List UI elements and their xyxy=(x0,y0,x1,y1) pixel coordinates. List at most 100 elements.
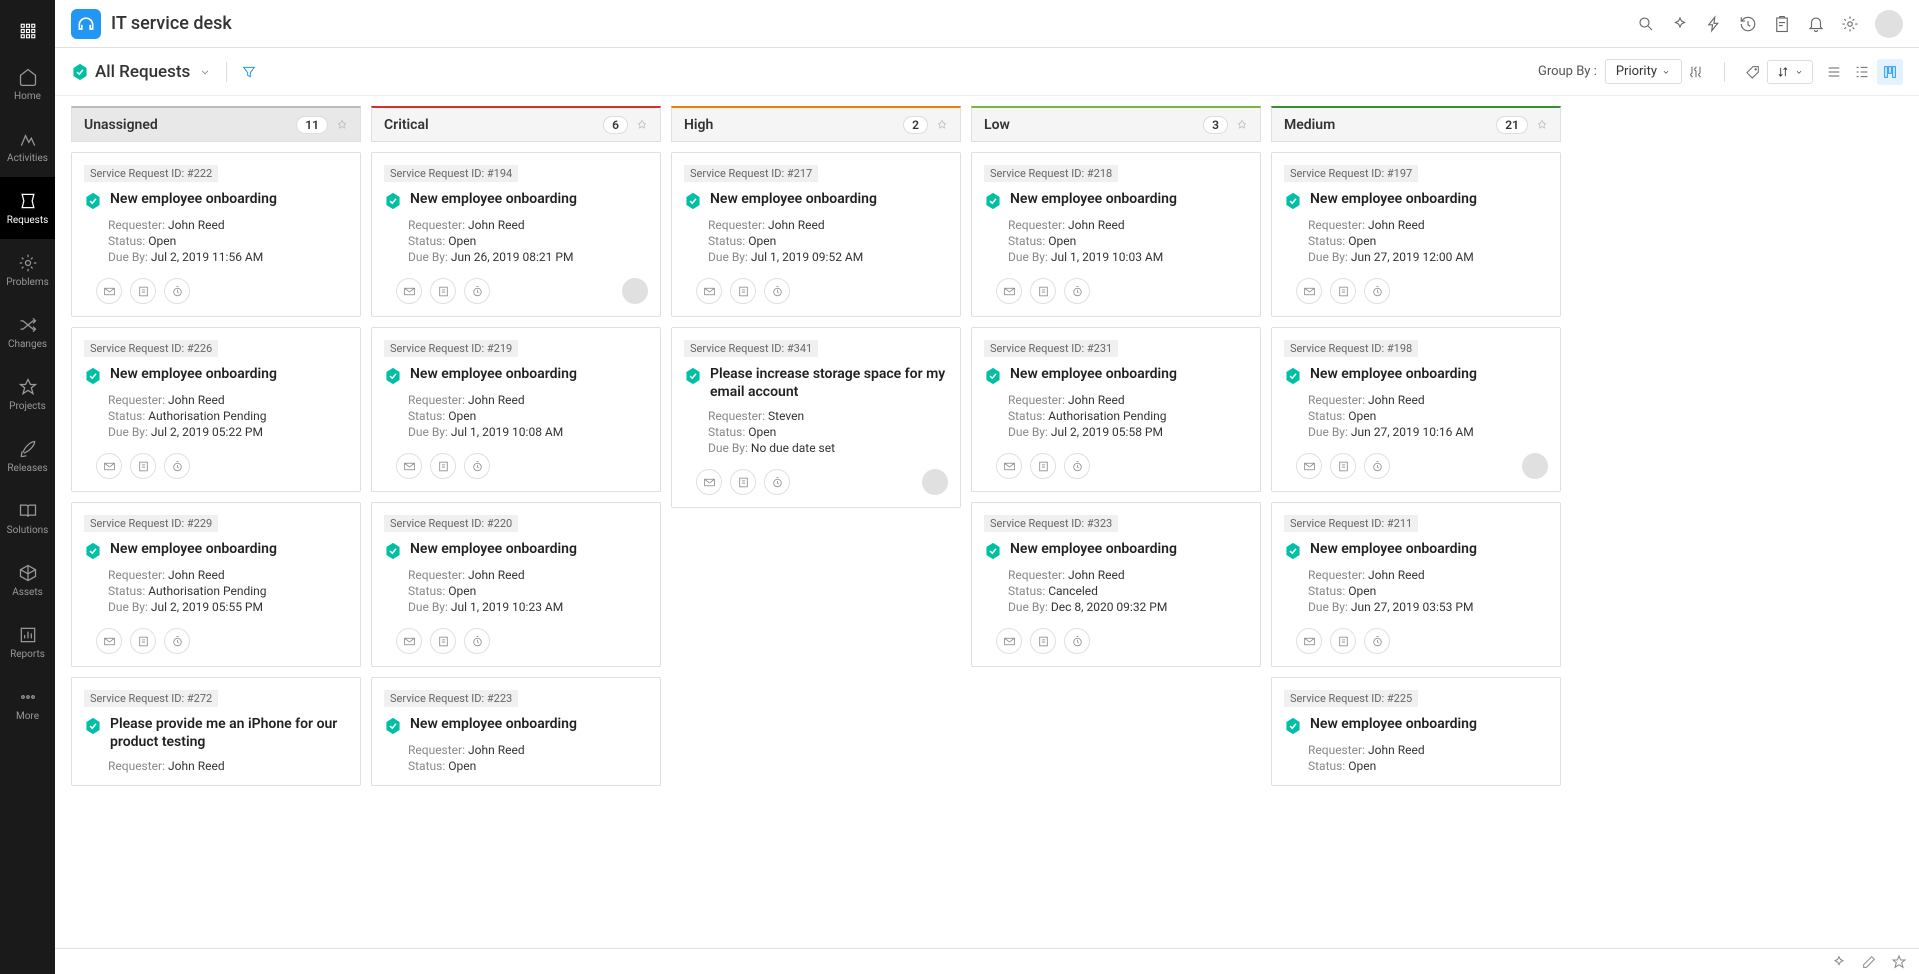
note-icon[interactable] xyxy=(1330,628,1356,654)
mail-icon[interactable] xyxy=(396,628,422,654)
request-card[interactable]: Service Request ID: #219 New employee on… xyxy=(371,327,661,492)
pin-icon[interactable] xyxy=(336,119,348,131)
request-card[interactable]: Service Request ID: #218 New employee on… xyxy=(971,152,1261,317)
assignee-avatar[interactable] xyxy=(1522,453,1548,479)
chevron-down-icon[interactable] xyxy=(198,65,212,79)
timer-icon[interactable] xyxy=(1364,628,1390,654)
mail-icon[interactable] xyxy=(996,278,1022,304)
request-card[interactable]: Service Request ID: #220 New employee on… xyxy=(371,502,661,667)
note-icon[interactable] xyxy=(130,278,156,304)
assignee-avatar[interactable] xyxy=(922,469,948,495)
filter-icon[interactable] xyxy=(241,64,257,80)
sidebar-item-problems[interactable]: Problems xyxy=(0,239,55,301)
sidebar-item-assets[interactable]: Assets xyxy=(0,549,55,611)
settings-icon[interactable] xyxy=(1841,15,1859,33)
sidebar-item-more[interactable]: More xyxy=(0,673,55,735)
sidebar-item-reports[interactable]: Reports xyxy=(0,611,55,673)
timer-icon[interactable] xyxy=(1064,628,1090,654)
mail-icon[interactable] xyxy=(96,278,122,304)
apps-menu[interactable] xyxy=(0,8,55,53)
note-icon[interactable] xyxy=(730,469,756,495)
language-icon[interactable] xyxy=(1831,954,1847,970)
sidebar-item-releases[interactable]: Releases xyxy=(0,425,55,487)
mail-icon[interactable] xyxy=(96,453,122,479)
timer-icon[interactable] xyxy=(764,278,790,304)
mail-icon[interactable] xyxy=(1296,278,1322,304)
sidebar-item-solutions[interactable]: Solutions xyxy=(0,487,55,549)
request-card[interactable]: Service Request ID: #223 New employee on… xyxy=(371,677,661,786)
search-icon[interactable] xyxy=(1637,15,1655,33)
sidebar-item-requests[interactable]: Requests xyxy=(0,177,55,239)
columns-button[interactable] xyxy=(1682,58,1710,86)
timer-icon[interactable] xyxy=(464,453,490,479)
tasks-icon[interactable] xyxy=(1773,15,1791,33)
note-icon[interactable] xyxy=(430,628,456,654)
note-icon[interactable] xyxy=(1330,453,1356,479)
note-icon[interactable] xyxy=(430,278,456,304)
request-card[interactable]: Service Request ID: #194 New employee on… xyxy=(371,152,661,317)
mail-icon[interactable] xyxy=(396,278,422,304)
mail-icon[interactable] xyxy=(996,453,1022,479)
note-icon[interactable] xyxy=(1030,628,1056,654)
timer-icon[interactable] xyxy=(164,278,190,304)
note-icon[interactable] xyxy=(1330,278,1356,304)
mail-icon[interactable] xyxy=(1296,628,1322,654)
note-icon[interactable] xyxy=(130,453,156,479)
request-card[interactable]: Service Request ID: #272 Please provide … xyxy=(71,677,361,786)
request-card[interactable]: Service Request ID: #197 New employee on… xyxy=(1271,152,1561,317)
detail-view-button[interactable] xyxy=(1849,59,1875,85)
request-card[interactable]: Service Request ID: #211 New employee on… xyxy=(1271,502,1561,667)
timer-icon[interactable] xyxy=(1064,453,1090,479)
request-card[interactable]: Service Request ID: #231 New employee on… xyxy=(971,327,1261,492)
request-card[interactable]: Service Request ID: #341 Please increase… xyxy=(671,327,961,508)
timer-icon[interactable] xyxy=(164,453,190,479)
mail-icon[interactable] xyxy=(696,469,722,495)
mail-icon[interactable] xyxy=(696,278,722,304)
assignee-avatar[interactable] xyxy=(622,278,648,304)
kanban-view-button[interactable] xyxy=(1877,59,1903,85)
timer-icon[interactable] xyxy=(1364,453,1390,479)
request-card[interactable]: Service Request ID: #229 New employee on… xyxy=(71,502,361,667)
note-icon[interactable] xyxy=(1030,278,1056,304)
tag-button[interactable] xyxy=(1739,58,1767,86)
sort-button[interactable] xyxy=(1767,60,1813,84)
timer-icon[interactable] xyxy=(1364,278,1390,304)
note-icon[interactable] xyxy=(430,453,456,479)
request-card[interactable]: Service Request ID: #225 New employee on… xyxy=(1271,677,1561,786)
request-card[interactable]: Service Request ID: #226 New employee on… xyxy=(71,327,361,492)
note-icon[interactable] xyxy=(130,628,156,654)
sidebar-item-activities[interactable]: Activities xyxy=(0,115,55,177)
request-card[interactable]: Service Request ID: #217 New employee on… xyxy=(671,152,961,317)
history-icon[interactable] xyxy=(1739,15,1757,33)
mail-icon[interactable] xyxy=(396,453,422,479)
pin-icon[interactable] xyxy=(1236,119,1248,131)
request-card[interactable]: Service Request ID: #198 New employee on… xyxy=(1271,327,1561,492)
timer-icon[interactable] xyxy=(464,628,490,654)
pin-icon[interactable] xyxy=(636,119,648,131)
brightness-icon[interactable] xyxy=(1891,954,1907,970)
timer-icon[interactable] xyxy=(1064,278,1090,304)
note-icon[interactable] xyxy=(1030,453,1056,479)
compose-icon[interactable] xyxy=(1861,954,1877,970)
sidebar-item-home[interactable]: Home xyxy=(0,53,55,115)
request-card[interactable]: Service Request ID: #323 New employee on… xyxy=(971,502,1261,667)
list-view-button[interactable] xyxy=(1821,59,1847,85)
mail-icon[interactable] xyxy=(1296,453,1322,479)
notifications-icon[interactable] xyxy=(1807,15,1825,33)
timer-icon[interactable] xyxy=(164,628,190,654)
groupby-select[interactable]: Priority xyxy=(1605,59,1682,84)
user-avatar[interactable] xyxy=(1875,10,1903,38)
ai-icon[interactable] xyxy=(1671,15,1689,33)
bolt-icon[interactable] xyxy=(1705,15,1723,33)
mail-icon[interactable] xyxy=(96,628,122,654)
mail-icon[interactable] xyxy=(996,628,1022,654)
view-title[interactable]: All Requests xyxy=(95,62,190,82)
pin-icon[interactable] xyxy=(1536,119,1548,131)
pin-icon[interactable] xyxy=(936,119,948,131)
note-icon[interactable] xyxy=(730,278,756,304)
sidebar-item-changes[interactable]: Changes xyxy=(0,301,55,363)
timer-icon[interactable] xyxy=(464,278,490,304)
sidebar-item-projects[interactable]: Projects xyxy=(0,363,55,425)
request-card[interactable]: Service Request ID: #222 New employee on… xyxy=(71,152,361,317)
timer-icon[interactable] xyxy=(764,469,790,495)
